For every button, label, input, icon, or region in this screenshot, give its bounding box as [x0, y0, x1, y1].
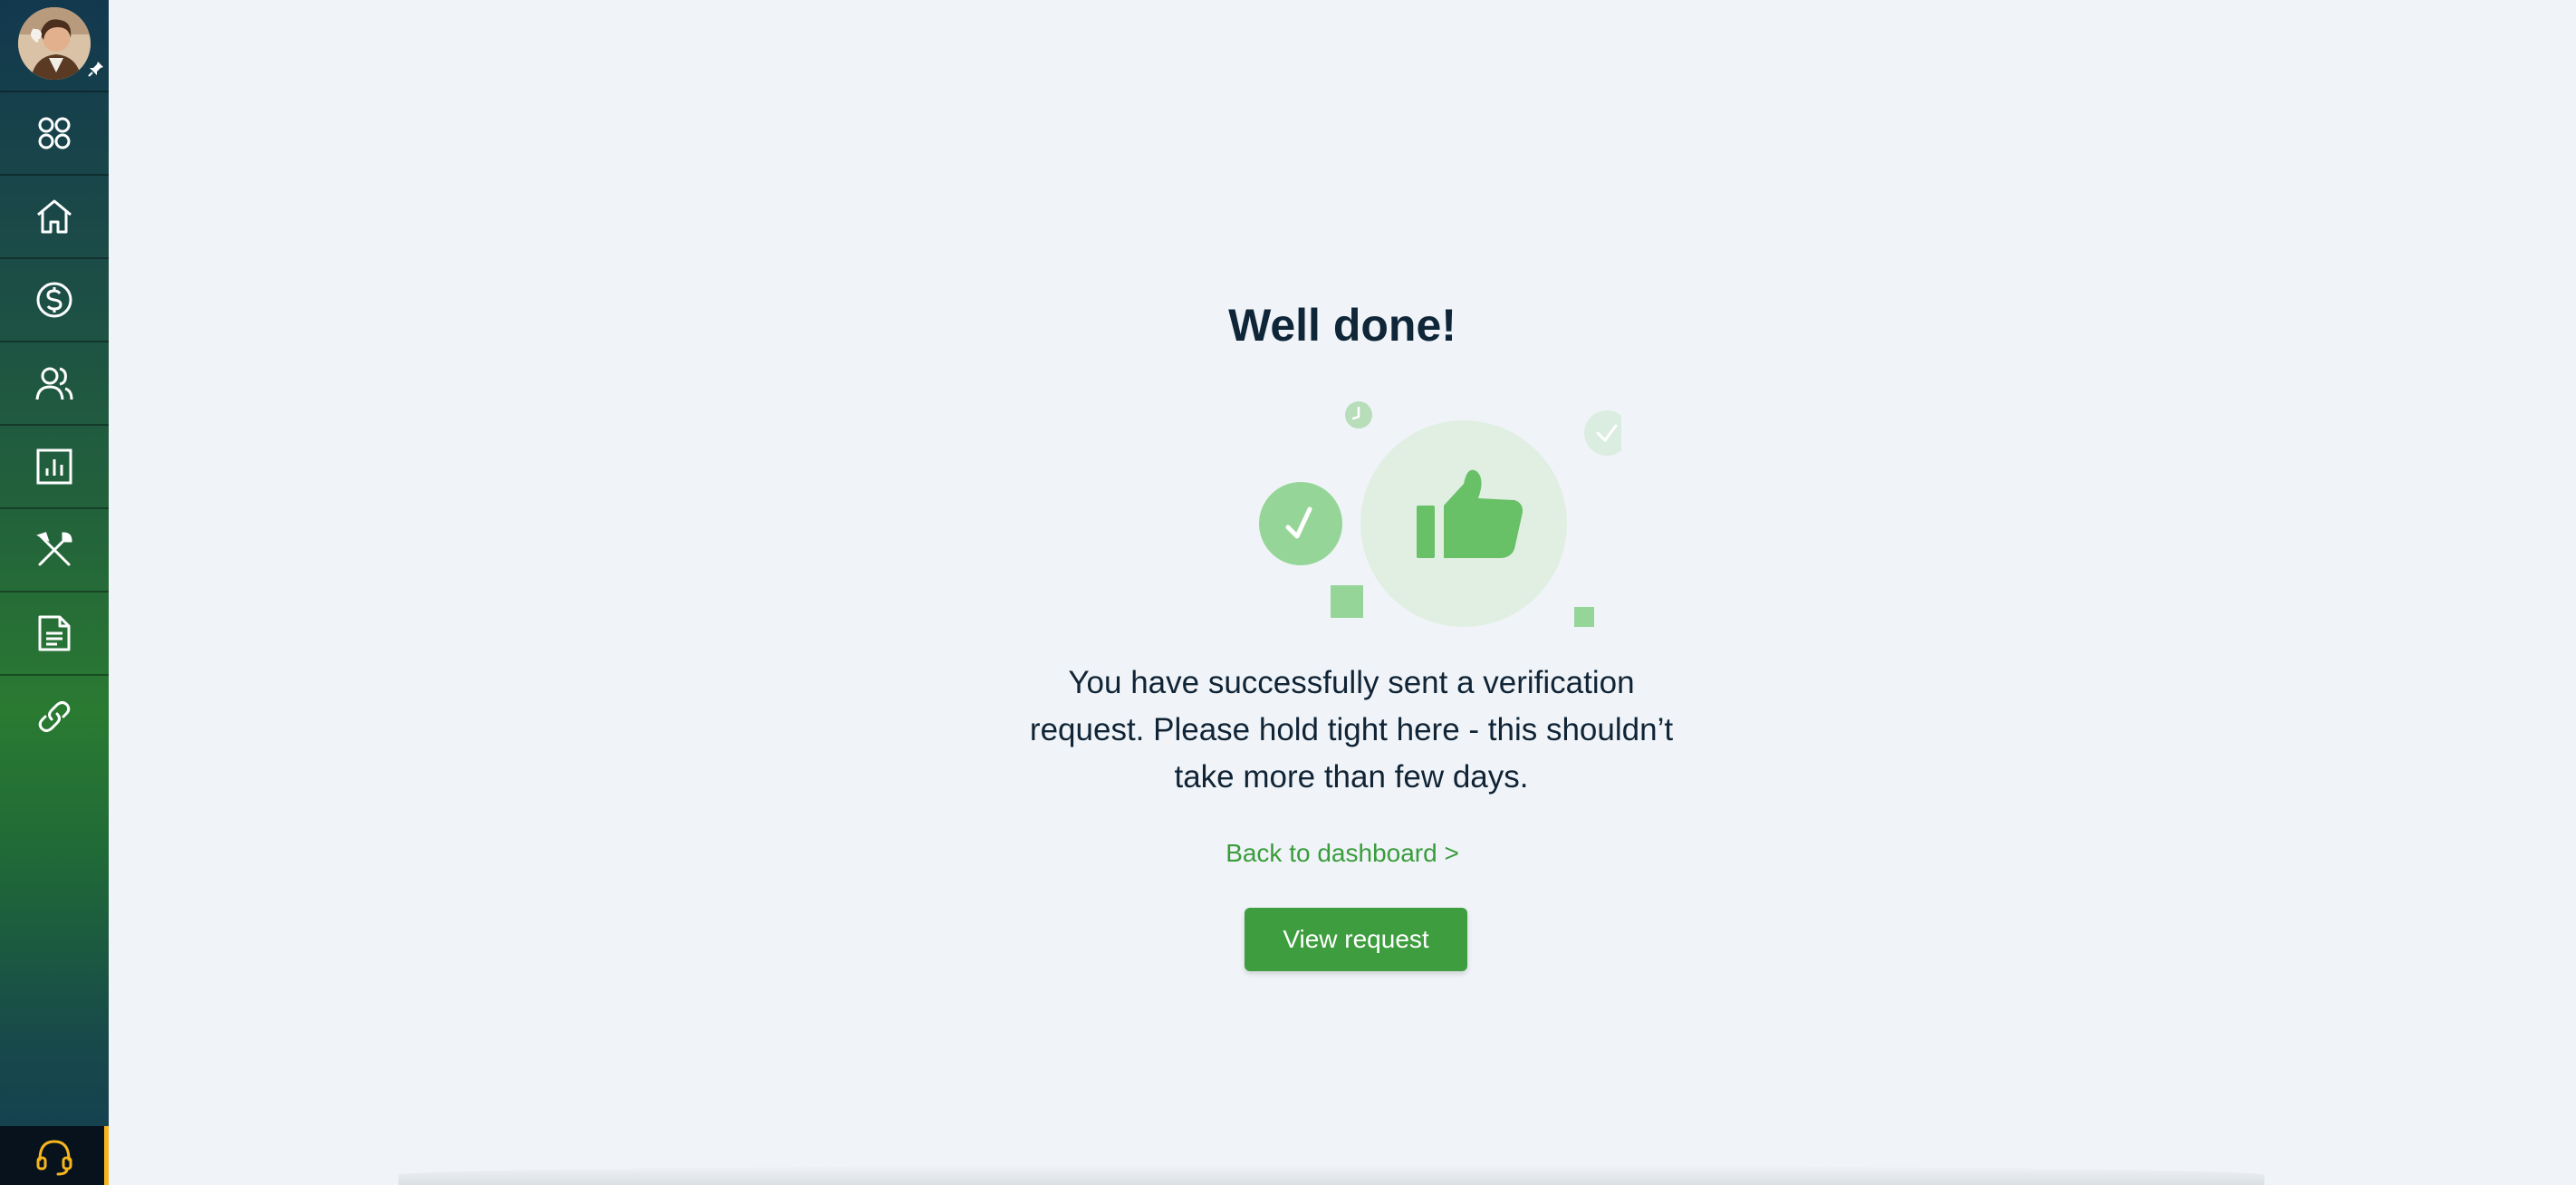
sidebar-item-users[interactable]	[0, 341, 109, 424]
sidebar	[0, 0, 109, 1185]
headset-icon	[36, 1139, 72, 1175]
avatar-container[interactable]	[0, 0, 109, 91]
sidebar-item-reports[interactable]	[0, 424, 109, 507]
bottom-shadow	[399, 1165, 2264, 1185]
sidebar-item-home[interactable]	[0, 174, 109, 257]
document-icon	[38, 615, 71, 651]
link-icon	[38, 701, 71, 732]
page-title: Well done!	[1228, 300, 1456, 351]
tools-icon	[36, 532, 72, 566]
view-request-button[interactable]: View request	[1245, 908, 1467, 971]
avatar-image	[18, 7, 91, 80]
users-icon	[35, 367, 73, 400]
main-content: Well done! You have successfully sent a …	[109, 0, 2576, 1185]
sidebar-item-apps[interactable]	[0, 91, 109, 174]
dollar-circle-icon	[36, 282, 72, 318]
sidebar-item-tools[interactable]	[0, 507, 109, 591]
support-button[interactable]	[0, 1126, 109, 1185]
decor-square-small	[1574, 607, 1594, 627]
avatar[interactable]	[18, 7, 91, 80]
thumbs-up-illustration	[1259, 401, 1648, 627]
sidebar-item-links[interactable]	[0, 674, 109, 757]
pin-icon[interactable]	[87, 60, 105, 78]
sidebar-item-documents[interactable]	[0, 591, 109, 674]
decor-square	[1331, 585, 1363, 618]
bar-chart-icon	[36, 448, 72, 485]
sidebar-item-payments[interactable]	[0, 257, 109, 341]
back-to-dashboard-link[interactable]: Back to dashboard >	[109, 839, 2576, 868]
apps-grid-icon	[38, 117, 71, 149]
success-message: You have successfully sent a verificatio…	[1029, 665, 1674, 795]
home-icon	[37, 199, 72, 234]
